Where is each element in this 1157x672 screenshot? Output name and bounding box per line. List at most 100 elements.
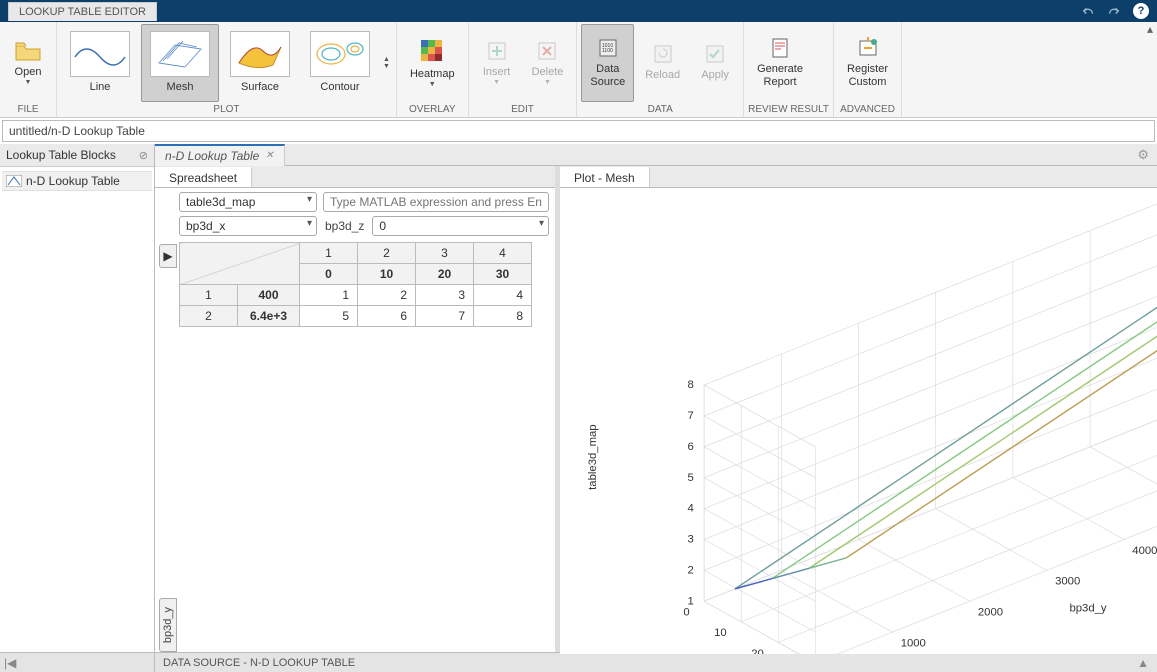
breadcrumb[interactable]: untitled/n-D Lookup Table xyxy=(2,120,1155,142)
row-index: 1 xyxy=(180,285,238,306)
bp-slice-dropdown[interactable]: 0 xyxy=(372,216,549,236)
undo-icon[interactable] xyxy=(1081,4,1095,18)
reload-label: Reload xyxy=(645,69,680,82)
col-breakpoint[interactable]: 20 xyxy=(416,264,474,285)
row-breakpoint[interactable]: 400 xyxy=(238,285,300,306)
svg-text:6: 6 xyxy=(688,441,694,453)
matlab-expression-input[interactable] xyxy=(323,192,549,212)
col-index: 4 xyxy=(474,243,532,264)
folder-open-icon xyxy=(14,40,42,62)
spreadsheet-grid[interactable]: 1 2 3 4 0 10 20 30 1 4 xyxy=(179,242,532,327)
svg-text:20: 20 xyxy=(751,648,764,654)
svg-text:7: 7 xyxy=(688,410,694,422)
plot-pane: Plot - Mesh 12345678table3d_map0102030bp… xyxy=(560,166,1157,652)
overlay-group-label: OVERLAY xyxy=(401,102,464,117)
plot-tab[interactable]: Plot - Mesh xyxy=(560,167,650,187)
apply-label: Apply xyxy=(701,69,729,82)
surface-icon xyxy=(230,31,290,77)
register-icon xyxy=(857,37,879,59)
register-custom-label: Register Custom xyxy=(847,63,888,89)
svg-text:2000: 2000 xyxy=(978,607,1003,619)
svg-text:0: 0 xyxy=(683,607,689,619)
file-group-label: FILE xyxy=(4,102,52,117)
svg-text:1000: 1000 xyxy=(901,638,926,650)
advanced-group-label: ADVANCED xyxy=(838,102,897,117)
heatmap-button[interactable]: Heatmap ▼ xyxy=(401,24,464,102)
heatmap-label: Heatmap xyxy=(410,68,455,81)
tree-item-lookup[interactable]: n-D Lookup Table xyxy=(2,171,152,191)
titlebar-tab[interactable]: LOOKUP TABLE EDITOR xyxy=(8,2,157,21)
edit-group-label: EDIT xyxy=(473,102,573,117)
col-index: 2 xyxy=(358,243,416,264)
insert-icon xyxy=(486,40,508,62)
svg-text:3000: 3000 xyxy=(1055,576,1080,588)
report-icon xyxy=(769,37,791,59)
svg-text:8: 8 xyxy=(688,379,694,391)
plot-surface-button[interactable]: Surface xyxy=(221,24,299,102)
mesh-icon xyxy=(150,31,210,77)
plot-line-button[interactable]: Line xyxy=(61,24,139,102)
tab-close-icon[interactable]: ✕ xyxy=(265,150,273,161)
redo-icon[interactable] xyxy=(1107,4,1121,18)
spreadsheet-pane: Spreadsheet table3d_map bp3d_x bp3d_z 0 … xyxy=(155,166,560,652)
left-panel-title: Lookup Table Blocks xyxy=(6,148,116,162)
bp-primary-dropdown[interactable]: bp3d_x xyxy=(179,216,317,236)
col-breakpoint[interactable]: 10 xyxy=(358,264,416,285)
cell[interactable]: 8 xyxy=(474,306,532,327)
status-expand-icon[interactable]: ▲ xyxy=(1137,656,1157,670)
data-source-button[interactable]: 10101100 Data Source xyxy=(581,24,634,102)
svg-text:4000: 4000 xyxy=(1132,545,1157,557)
mesh-plot: 12345678table3d_map0102030bp3d_x01000200… xyxy=(560,188,1157,654)
titlebar: LOOKUP TABLE EDITOR ? xyxy=(0,0,1157,22)
cell[interactable]: 1 xyxy=(300,285,358,306)
col-index: 3 xyxy=(416,243,474,264)
document-tab[interactable]: n-D Lookup Table ✕ xyxy=(155,144,285,166)
ribbon: Open ▼ FILE Line Mesh Surface Contour xyxy=(0,22,1157,118)
svg-text:bp3d_y: bp3d_y xyxy=(1069,603,1106,615)
delete-label: Delete xyxy=(532,66,564,79)
status-main: DATA SOURCE - N-D LOOKUP TABLE xyxy=(155,657,355,669)
sheet-toggle[interactable]: ▶ xyxy=(159,244,177,268)
svg-text:1100: 1100 xyxy=(602,48,613,54)
spreadsheet-tab[interactable]: Spreadsheet xyxy=(155,167,252,187)
plot-area[interactable]: 12345678table3d_map0102030bp3d_x01000200… xyxy=(560,188,1157,654)
generate-report-label: Generate Report xyxy=(757,63,803,89)
open-button[interactable]: Open ▼ xyxy=(4,24,52,102)
table-var-dropdown[interactable]: table3d_map xyxy=(179,192,317,212)
status-nav-first-icon[interactable]: |◀ xyxy=(4,656,16,670)
plot-contour-button[interactable]: Contour xyxy=(301,24,379,102)
cell[interactable]: 5 xyxy=(300,306,358,327)
row-breakpoint[interactable]: 6.4e+3 xyxy=(238,306,300,327)
delete-button: Delete ▼ xyxy=(523,24,573,102)
contour-icon xyxy=(310,31,370,77)
line-icon xyxy=(70,31,130,77)
col-breakpoint[interactable]: 30 xyxy=(474,264,532,285)
ribbon-collapse-icon[interactable]: ▴ xyxy=(1143,22,1157,36)
cell[interactable]: 6 xyxy=(358,306,416,327)
svg-text:10: 10 xyxy=(714,627,727,639)
register-custom-button[interactable]: Register Custom xyxy=(838,24,897,102)
cell[interactable]: 2 xyxy=(358,285,416,306)
cell[interactable]: 3 xyxy=(416,285,474,306)
cell[interactable]: 7 xyxy=(416,306,474,327)
contour-label: Contour xyxy=(320,81,359,94)
col-breakpoint[interactable]: 0 xyxy=(300,264,358,285)
insert-button: Insert ▼ xyxy=(473,24,521,102)
panel-close-icon[interactable]: ⊘ xyxy=(139,149,148,162)
lookup-block-icon xyxy=(6,175,22,187)
review-group-label: REVIEW RESULT xyxy=(748,102,829,117)
col-index: 1 xyxy=(300,243,358,264)
row-index: 2 xyxy=(180,306,238,327)
apply-button: Apply xyxy=(691,24,739,102)
svg-text:5: 5 xyxy=(688,472,694,484)
svg-text:2: 2 xyxy=(688,564,694,576)
gear-icon[interactable]: ⚙ xyxy=(1137,147,1149,162)
data-source-label: Data Source xyxy=(590,63,625,89)
data-source-icon: 10101100 xyxy=(597,37,619,59)
reload-button: Reload xyxy=(636,24,689,102)
plot-group-label: PLOT xyxy=(61,102,392,117)
cell[interactable]: 4 xyxy=(474,285,532,306)
generate-report-button[interactable]: Generate Report xyxy=(748,24,812,102)
help-icon[interactable]: ? xyxy=(1133,3,1149,19)
plot-mesh-button[interactable]: Mesh xyxy=(141,24,219,102)
